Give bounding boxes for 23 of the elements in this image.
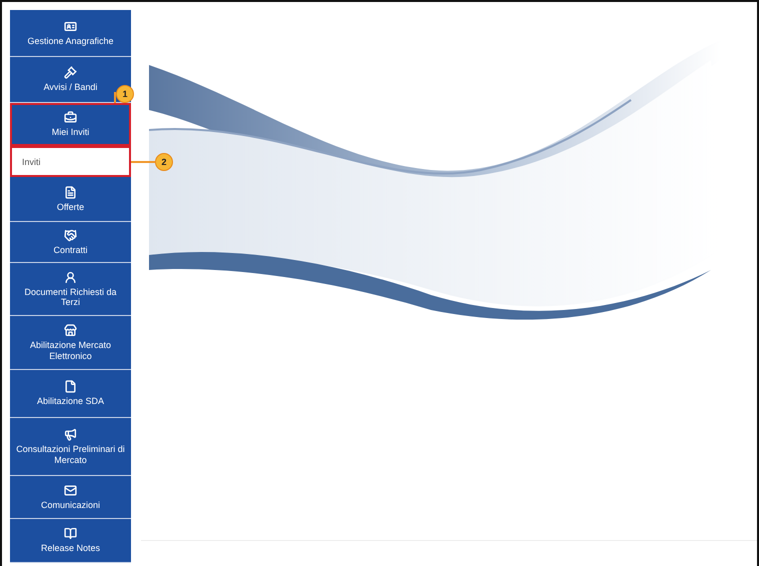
sidebar-item[interactable]: Gestione Anagrafiche bbox=[10, 10, 131, 57]
menu-icon bbox=[64, 324, 77, 338]
menu-icon bbox=[64, 428, 77, 442]
leader-line bbox=[131, 161, 155, 163]
menu-icon bbox=[64, 186, 77, 199]
sidebar-item[interactable]: Miei Inviti bbox=[10, 103, 131, 146]
menu-icon bbox=[64, 270, 77, 284]
submenu-item[interactable]: Inviti bbox=[10, 146, 131, 177]
menu-icon bbox=[64, 527, 77, 540]
sidebar-item[interactable]: Contratti bbox=[10, 222, 131, 263]
sidebar-item[interactable]: Abilitazione SDA bbox=[10, 370, 131, 418]
sidebar-item[interactable]: Abilitazione Mercato Elettronico bbox=[10, 316, 131, 370]
menu-icon bbox=[64, 380, 77, 394]
menu-icon bbox=[64, 66, 77, 80]
sidebar-item[interactable]: Consultazioni Preliminari di Mercato bbox=[10, 418, 131, 476]
menu-icon bbox=[64, 484, 77, 497]
sidebar-item[interactable]: Comunicazioni bbox=[10, 476, 131, 519]
menu-icon bbox=[64, 20, 77, 33]
menu-icon bbox=[64, 110, 77, 124]
sidebar-item[interactable]: Release Notes bbox=[10, 519, 131, 563]
menu-icon bbox=[64, 228, 77, 242]
sidebar-item[interactable]: Offerte bbox=[10, 177, 131, 222]
sidebar-item[interactable]: Documenti Richiesti da Terzi bbox=[10, 263, 131, 316]
